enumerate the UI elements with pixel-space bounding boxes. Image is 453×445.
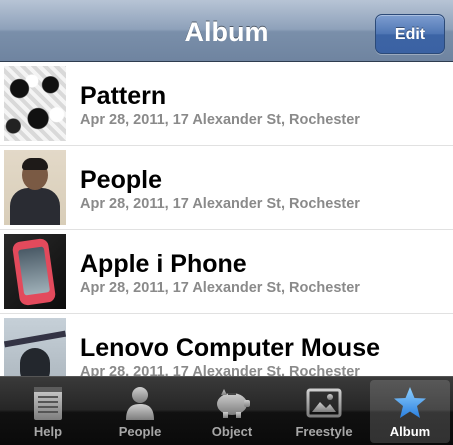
tab-album[interactable]: Album: [370, 380, 450, 443]
thumbnail-image: [4, 66, 66, 141]
thumbnail-image: [4, 318, 66, 376]
thumbnail-image: [4, 150, 66, 225]
tab-help[interactable]: Help: [4, 380, 92, 443]
list-item[interactable]: Pattern Apr 28, 2011, 17 Alexander St, R…: [0, 62, 453, 146]
picture-icon: [280, 385, 368, 421]
item-title: Apple i Phone: [80, 250, 247, 278]
tab-freestyle[interactable]: Freestyle: [280, 380, 368, 443]
person-icon: [96, 385, 184, 421]
item-subtitle: Apr 28, 2011, 17 Alexander St, Rochester: [80, 112, 360, 128]
edit-button[interactable]: Edit: [375, 14, 445, 54]
list-item[interactable]: Apple i Phone Apr 28, 2011, 17 Alexander…: [0, 230, 453, 314]
item-title: Pattern: [80, 82, 167, 110]
notepad-icon: [4, 385, 92, 421]
tab-people[interactable]: People: [96, 380, 184, 443]
item-subtitle: Apr 28, 2011, 17 Alexander St, Rochester: [80, 196, 360, 212]
item-title: Lenovo Computer Mouse: [80, 334, 381, 362]
list-item[interactable]: People Apr 28, 2011, 17 Alexander St, Ro…: [0, 146, 453, 230]
tab-label: Object: [211, 424, 253, 439]
album-list: Pattern Apr 28, 2011, 17 Alexander St, R…: [0, 62, 453, 376]
item-subtitle: Apr 28, 2011, 17 Alexander St, Rochester: [80, 280, 360, 296]
piggy-bank-icon: [188, 385, 276, 421]
tab-object[interactable]: Object: [188, 380, 276, 443]
tab-label: People: [118, 424, 162, 439]
tab-label: Freestyle: [295, 424, 353, 439]
tab-label: Help: [33, 424, 63, 439]
navigation-bar: Album Edit: [0, 0, 453, 62]
star-icon: [370, 385, 450, 421]
item-subtitle: Apr 28, 2011, 17 Alexander St, Rochester: [80, 364, 360, 376]
item-title: People: [80, 166, 162, 194]
tab-bar: Help People Object Freestyle Album: [0, 376, 453, 445]
list-item[interactable]: Lenovo Computer Mouse Apr 28, 2011, 17 A…: [0, 314, 453, 376]
thumbnail-image: [4, 234, 66, 309]
tab-label: Album: [389, 424, 431, 439]
